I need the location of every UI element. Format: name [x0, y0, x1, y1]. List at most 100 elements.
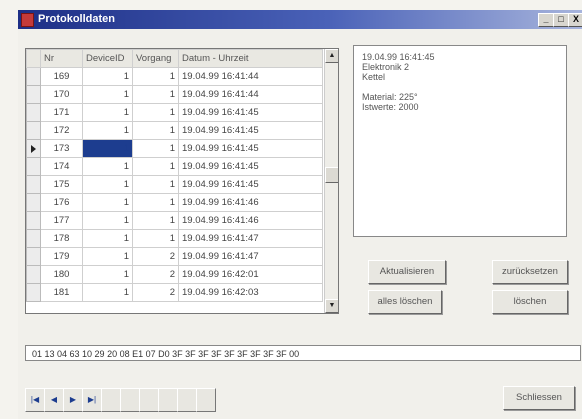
- header-datum[interactable]: Datum - Uhrzeit: [178, 49, 323, 68]
- cell-deviceid[interactable]: 1: [82, 139, 133, 158]
- cell-nr[interactable]: 171: [40, 103, 83, 122]
- cell-deviceid[interactable]: 1: [82, 103, 133, 122]
- cell-deviceid[interactable]: 1: [82, 157, 133, 176]
- cell-vorgang[interactable]: 1: [132, 229, 179, 248]
- scroll-down-icon[interactable]: ▼: [325, 299, 338, 313]
- table-row[interactable]: 175 1 1 19.04.99 16:41:45: [26, 175, 323, 194]
- cell-vorgang[interactable]: 1: [132, 103, 179, 122]
- cell-nr[interactable]: 180: [40, 265, 83, 284]
- scroll-thumb[interactable]: [325, 167, 338, 183]
- cell-deviceid[interactable]: 1: [82, 175, 133, 194]
- cell-vorgang[interactable]: 2: [132, 247, 179, 266]
- nav-prior-icon[interactable]: ◀: [44, 388, 64, 412]
- header-deviceid[interactable]: DeviceID: [82, 49, 133, 68]
- nav-last-icon[interactable]: ▶|: [82, 388, 102, 412]
- cell-datum[interactable]: 19.04.99 16:42:03: [178, 283, 323, 302]
- grid-scrollbar[interactable]: ▲ ▼: [324, 49, 338, 313]
- row-indicator[interactable]: [26, 103, 41, 122]
- minimize-button[interactable]: _: [538, 13, 554, 27]
- cell-deviceid[interactable]: 1: [82, 85, 133, 104]
- cell-deviceid[interactable]: 1: [82, 265, 133, 284]
- nav-first-icon[interactable]: |◀: [25, 388, 45, 412]
- nav-edit-icon[interactable]: [139, 388, 159, 412]
- cell-nr[interactable]: 179: [40, 247, 83, 266]
- header-nr[interactable]: Nr: [40, 49, 83, 68]
- cell-nr[interactable]: 177: [40, 211, 83, 230]
- nav-post-icon[interactable]: [158, 388, 178, 412]
- cell-deviceid[interactable]: 1: [82, 193, 133, 212]
- cell-nr[interactable]: 181: [40, 283, 83, 302]
- cell-nr[interactable]: 169: [40, 67, 83, 86]
- nav-next-icon[interactable]: ▶: [63, 388, 83, 412]
- cell-deviceid[interactable]: 1: [82, 211, 133, 230]
- close-button[interactable]: X: [568, 13, 582, 27]
- cell-datum[interactable]: 19.04.99 16:41:46: [178, 193, 323, 212]
- table-row[interactable]: 174 1 1 19.04.99 16:41:45: [26, 157, 323, 176]
- cell-datum[interactable]: 19.04.99 16:41:45: [178, 121, 323, 140]
- table-row[interactable]: 170 1 1 19.04.99 16:41:44: [26, 85, 323, 104]
- cell-vorgang[interactable]: 1: [132, 211, 179, 230]
- cell-deviceid[interactable]: 1: [82, 121, 133, 140]
- row-indicator[interactable]: [26, 175, 41, 194]
- row-indicator[interactable]: [26, 247, 41, 266]
- cell-datum[interactable]: 19.04.99 16:41:46: [178, 211, 323, 230]
- cell-datum[interactable]: 19.04.99 16:41:44: [178, 67, 323, 86]
- table-row[interactable]: 171 1 1 19.04.99 16:41:45: [26, 103, 323, 122]
- row-indicator[interactable]: [26, 229, 41, 248]
- cell-deviceid[interactable]: 1: [82, 67, 133, 86]
- aktualisieren-button[interactable]: Aktualisieren: [368, 260, 446, 284]
- cell-datum[interactable]: 19.04.99 16:41:44: [178, 85, 323, 104]
- cell-nr[interactable]: 175: [40, 175, 83, 194]
- cell-deviceid[interactable]: 1: [82, 229, 133, 248]
- maximize-button[interactable]: □: [553, 13, 569, 27]
- scroll-up-icon[interactable]: ▲: [325, 49, 338, 63]
- cell-datum[interactable]: 19.04.99 16:41:47: [178, 247, 323, 266]
- row-indicator[interactable]: [26, 283, 41, 302]
- nav-delete-icon[interactable]: [120, 388, 140, 412]
- cell-vorgang[interactable]: 1: [132, 121, 179, 140]
- row-indicator[interactable]: [26, 193, 41, 212]
- cell-nr[interactable]: 174: [40, 157, 83, 176]
- cell-vorgang[interactable]: 1: [132, 85, 179, 104]
- header-vorgang[interactable]: Vorgang: [132, 49, 179, 68]
- row-indicator[interactable]: [26, 139, 41, 158]
- cell-vorgang[interactable]: 1: [132, 175, 179, 194]
- cell-nr[interactable]: 172: [40, 121, 83, 140]
- cell-datum[interactable]: 19.04.99 16:41:47: [178, 229, 323, 248]
- row-indicator[interactable]: [26, 67, 41, 86]
- row-indicator[interactable]: [26, 157, 41, 176]
- cell-vorgang[interactable]: 2: [132, 283, 179, 302]
- protocol-grid[interactable]: Nr DeviceID Vorgang Datum - Uhrzeit 169 1…: [25, 48, 339, 314]
- nav-cancel-icon[interactable]: [177, 388, 197, 412]
- cell-datum[interactable]: 19.04.99 16:41:45: [178, 139, 323, 158]
- cell-vorgang[interactable]: 1: [132, 193, 179, 212]
- table-row[interactable]: 177 1 1 19.04.99 16:41:46: [26, 211, 323, 230]
- table-row[interactable]: 169 1 1 19.04.99 16:41:44: [26, 67, 323, 86]
- row-indicator[interactable]: [26, 85, 41, 104]
- row-indicator[interactable]: [26, 265, 41, 284]
- nav-refresh-icon[interactable]: [196, 388, 216, 412]
- cell-datum[interactable]: 19.04.99 16:42:01: [178, 265, 323, 284]
- cell-vorgang[interactable]: 1: [132, 67, 179, 86]
- detail-memo[interactable]: 19.04.99 16:41:45 Elektronik 2 Kettel Mater…: [353, 45, 567, 237]
- cell-datum[interactable]: 19.04.99 16:41:45: [178, 103, 323, 122]
- cell-nr[interactable]: 173: [40, 139, 83, 158]
- table-row[interactable]: 180 1 2 19.04.99 16:42:01: [26, 265, 323, 284]
- alles-loeschen-button[interactable]: alles löschen: [368, 290, 442, 314]
- cell-datum[interactable]: 19.04.99 16:41:45: [178, 157, 323, 176]
- title-bar[interactable]: Protokolldaten _ □ X: [18, 10, 582, 29]
- nav-insert-icon[interactable]: [101, 388, 121, 412]
- cell-vorgang[interactable]: 1: [132, 157, 179, 176]
- table-row[interactable]: 179 1 2 19.04.99 16:41:47: [26, 247, 323, 266]
- loeschen-button[interactable]: löschen: [492, 290, 568, 314]
- table-row[interactable]: 172 1 1 19.04.99 16:41:45: [26, 121, 323, 140]
- hex-data-field[interactable]: 01 13 04 63 10 29 20 08 E1 07 D0 3F 3F 3…: [25, 345, 581, 361]
- row-indicator[interactable]: [26, 211, 41, 230]
- cell-datum[interactable]: 19.04.99 16:41:45: [178, 175, 323, 194]
- table-row[interactable]: 178 1 1 19.04.99 16:41:47: [26, 229, 323, 248]
- cell-deviceid[interactable]: 1: [82, 247, 133, 266]
- row-indicator[interactable]: [26, 121, 41, 140]
- cell-nr[interactable]: 176: [40, 193, 83, 212]
- table-row[interactable]: 173 1 1 19.04.99 16:41:45: [26, 139, 323, 158]
- cell-vorgang[interactable]: 2: [132, 265, 179, 284]
